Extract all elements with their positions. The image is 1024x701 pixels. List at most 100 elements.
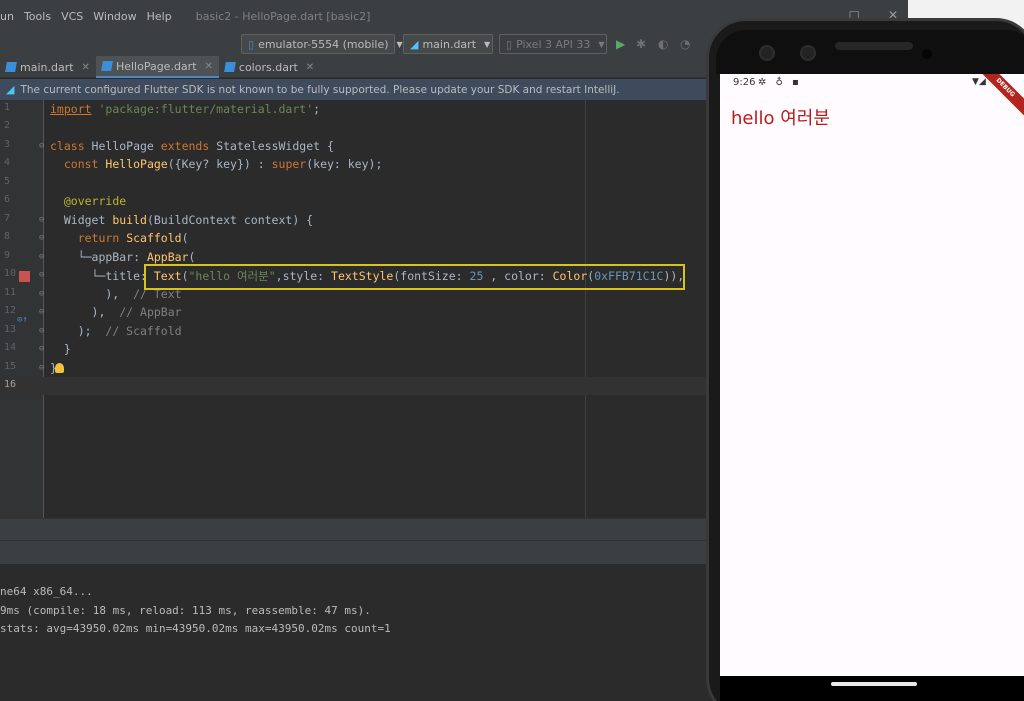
status-notification-icons: ✲ ♁ ▪	[758, 77, 802, 88]
flutter-icon: ◢	[410, 37, 419, 51]
status-time: 9:26	[733, 77, 756, 88]
coverage-icon[interactable]: ◐	[658, 37, 668, 51]
override-marker-icon[interactable]: ⊙↑	[17, 315, 28, 325]
line-number: 14	[4, 342, 17, 353]
front-camera-icon	[759, 45, 775, 61]
fold-icon[interactable]: ⊖	[39, 141, 44, 151]
code-line: 3 class HelloPage extends StatelessWidge…	[0, 137, 708, 155]
menu-run[interactable]: un	[0, 10, 14, 23]
line-number: 7	[4, 213, 11, 224]
code-line: 12 ), // AppBar	[0, 303, 708, 321]
run-console[interactable]: ne64 x86_64... 9ms (compile: 18 ms, relo…	[0, 564, 708, 701]
code-editor[interactable]: 1 import 'package:flutter/material.dart'…	[0, 100, 708, 518]
fold-icon[interactable]: ⊖	[39, 215, 44, 225]
fold-icon[interactable]: ⊖	[39, 233, 44, 243]
line-number: 1	[4, 102, 11, 113]
menu-tools[interactable]: Tools	[24, 10, 51, 23]
fold-icon[interactable]: ⊖	[39, 344, 44, 354]
speaker-grille	[835, 42, 913, 50]
menu-vcs[interactable]: VCS	[61, 10, 83, 23]
code-line: 14 }	[0, 340, 708, 358]
phone-screen[interactable]: 9:26 ✲ ♁ ▪ ▼◢ DEBUG hello 여러분	[720, 74, 1024, 676]
line-number: 4	[4, 157, 11, 168]
code-line: 4 const HelloPage({Key? key}) : super(ke…	[0, 155, 708, 173]
line-number: 15	[4, 361, 17, 372]
device-icon: ▯	[506, 37, 513, 51]
line-number: 16	[4, 379, 17, 390]
breadcrumb-bar	[0, 518, 708, 540]
editor-tabs: main.dart ✕ HelloPage.dart ✕ colors.dart…	[0, 56, 708, 78]
breakpoint-icon[interactable]	[19, 271, 30, 282]
tab-label: colors.dart	[238, 60, 298, 74]
fold-icon[interactable]: ⊖	[39, 326, 44, 336]
console-line: 9ms (compile: 18 ms, reload: 113 ms, rea…	[0, 604, 371, 617]
home-gesture-pill[interactable]	[831, 682, 917, 686]
tab-label: main.dart	[20, 60, 74, 74]
sdk-warning-banner: ◢ The current configured Flutter SDK is …	[0, 79, 708, 100]
line-number: 5	[4, 176, 11, 187]
fold-icon[interactable]: ⊖	[39, 252, 44, 262]
tab-hellopage-dart[interactable]: HelloPage.dart ✕	[95, 56, 219, 78]
app-title-text: hello 여러분	[731, 108, 830, 129]
close-icon[interactable]: ✕	[205, 61, 213, 72]
line-number: 13	[4, 324, 17, 335]
code-line: 5	[0, 174, 708, 192]
code-text: @override	[63, 194, 127, 208]
chevron-down-icon: ▼	[598, 39, 605, 49]
phone-icon: ▯	[248, 37, 255, 51]
fold-icon[interactable]: ⊖	[39, 363, 44, 373]
front-camera-icon	[800, 45, 816, 61]
code-line: 7 Widget build(BuildContext context) {	[0, 211, 708, 229]
code-text: const HelloPage({Key? key}) : super(key:…	[63, 157, 383, 171]
code-line: 2	[0, 118, 708, 136]
window-title: basic2 - HelloPage.dart [basic2]	[195, 9, 371, 23]
tab-label: HelloPage.dart	[115, 59, 197, 73]
code-line-current: 16	[0, 377, 708, 395]
dart-file-icon	[224, 62, 236, 72]
close-icon[interactable]: ✕	[82, 62, 90, 73]
debug-icon[interactable]: ✱	[636, 37, 646, 51]
banner-text: The current configured Flutter SDK is no…	[20, 83, 620, 96]
line-number: 12	[4, 305, 17, 316]
signal-battery-icon: ▼◢	[972, 77, 986, 87]
profile-icon[interactable]: ◔	[680, 37, 690, 51]
console-line: ne64 x86_64...	[0, 585, 93, 598]
line-number: 10	[4, 268, 17, 279]
fold-icon[interactable]: ⊖	[39, 270, 44, 280]
code-text: Widget build(BuildContext context) {	[50, 213, 314, 227]
tab-main-dart[interactable]: main.dart ✕	[0, 56, 96, 78]
run-panel-header	[0, 540, 708, 564]
fold-icon[interactable]: ⊖	[39, 307, 44, 317]
code-line: 13 ); // Scaffold	[0, 322, 708, 340]
highlight-annotation-box	[144, 264, 685, 290]
close-icon[interactable]: ✕	[306, 62, 314, 73]
dart-file-icon	[5, 62, 17, 72]
line-number: 2	[4, 120, 11, 131]
avd-selector-label: Pixel 3 API 33	[516, 37, 591, 51]
line-number: 11	[4, 287, 17, 298]
navigation-bar	[720, 676, 1024, 701]
proximity-sensor	[922, 49, 932, 59]
code-line: 1 import 'package:flutter/material.dart'…	[0, 100, 708, 118]
menu-window[interactable]: Window	[93, 10, 136, 23]
lightbulb-icon[interactable]	[55, 363, 64, 373]
code-text: └─appBar: AppBar(	[50, 250, 196, 264]
code-text: }	[50, 342, 71, 356]
run-icon[interactable]: ▶	[616, 37, 625, 51]
chevron-down-icon: ▼	[396, 39, 403, 49]
menu-help[interactable]: Help	[147, 10, 172, 23]
line-number: 8	[4, 231, 11, 242]
code-line: 15 }	[0, 359, 708, 377]
line-number: 9	[4, 250, 11, 261]
console-line: stats: avg=43950.02ms min=43950.02ms max…	[0, 622, 391, 635]
code-text: import 'package:flutter/material.dart';	[50, 102, 321, 116]
device-selector[interactable]: ▯ emulator-5554 (mobile) ▼	[241, 34, 403, 54]
code-text: return Scaffold(	[77, 231, 189, 245]
device-selector-label: emulator-5554 (mobile)	[258, 37, 389, 51]
tab-colors-dart[interactable]: colors.dart ✕	[219, 56, 320, 78]
status-bar: 9:26 ✲ ♁ ▪ ▼◢	[720, 74, 1024, 94]
run-config-selector[interactable]: ◢ main.dart ▼	[403, 34, 493, 54]
line-number: 6	[4, 194, 11, 205]
avd-selector[interactable]: ▯ Pixel 3 API 33 ▼	[499, 34, 607, 54]
fold-icon[interactable]: ⊖	[39, 289, 44, 299]
